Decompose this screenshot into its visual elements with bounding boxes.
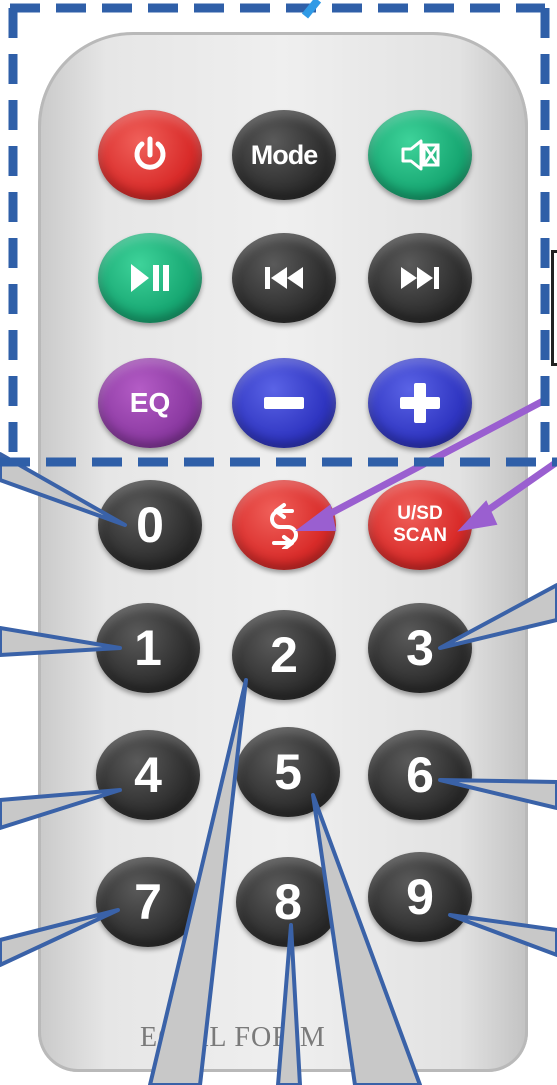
callout-wedge-9 [448, 913, 557, 957]
callout-wedge-5 [311, 793, 422, 1085]
arrow-to-repeat-head [295, 504, 337, 531]
callout-wedge-6 [438, 778, 557, 810]
callout-wedge-4 [0, 788, 122, 830]
annotation-overlay [0, 0, 557, 1085]
diagram-stage: Mode EQ 0 U/SD SCAN 1 2 3 4 5 6 7 8 9 EC… [0, 0, 557, 1085]
callout-wedge-2 [148, 678, 248, 1085]
callout-wedge-8 [276, 923, 302, 1085]
callout-wedge-7 [0, 908, 120, 967]
callout-wedge-3 [438, 583, 557, 650]
callout-wedge-1 [0, 626, 122, 657]
top-arrow-stub [301, 0, 322, 19]
